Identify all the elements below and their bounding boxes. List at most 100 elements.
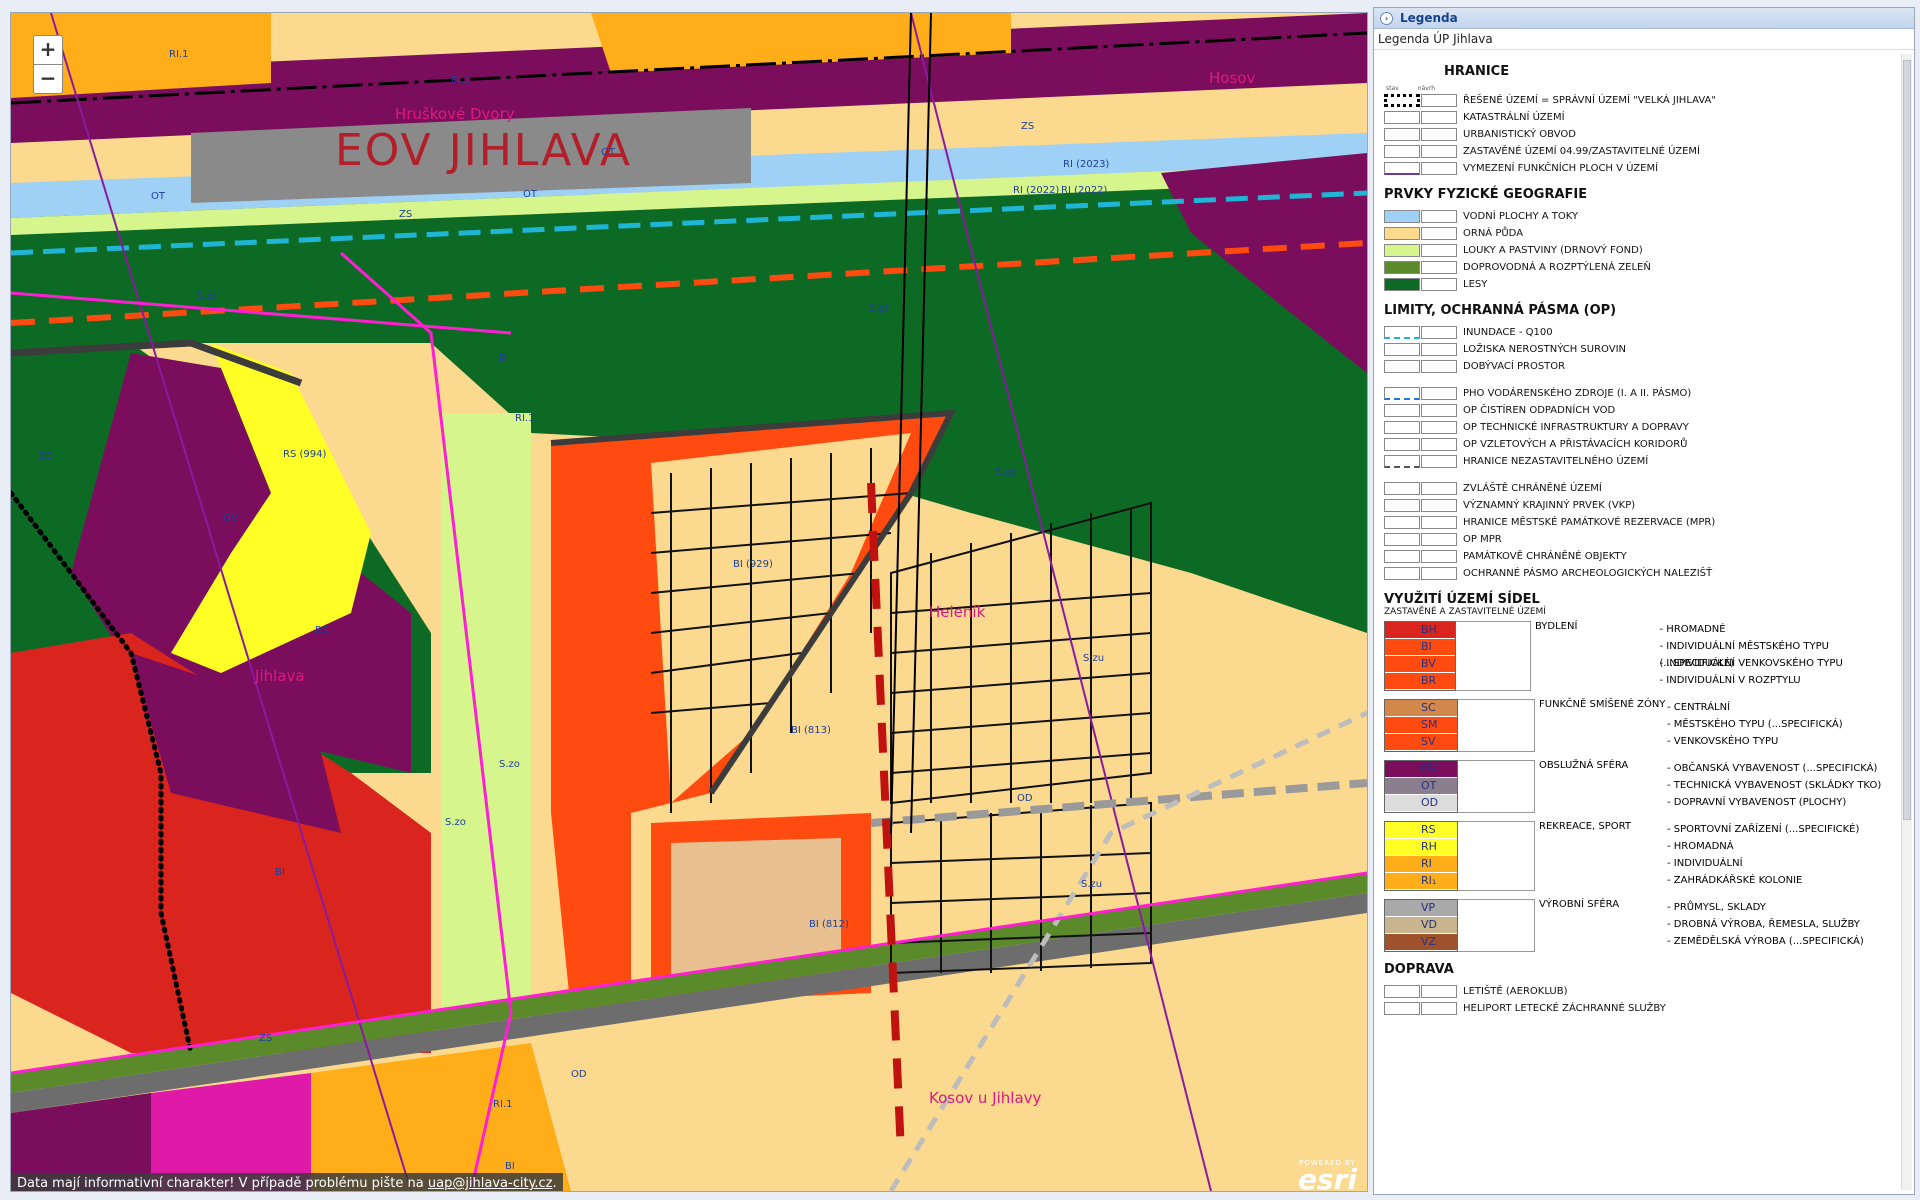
group-name: REKREACE, SPORT (1539, 821, 1631, 832)
legend-swatch (1384, 404, 1420, 417)
code-bh: BH (1385, 622, 1456, 639)
legend-swatch (1421, 516, 1457, 529)
legend-row: OCHRANNÉ PÁSMO ARCHEOLOGICKÝCH NALEZIŠŤ (1374, 565, 1900, 582)
zone-label: RI.1 (451, 75, 471, 86)
legend-swatch (1384, 145, 1420, 158)
legend-swatch (1421, 404, 1457, 417)
group-codes: BH BI BV BR (1384, 621, 1457, 691)
zone-label: S.zp (995, 467, 1017, 478)
scroll-thumb[interactable] (1903, 60, 1911, 820)
code-sc: SC (1385, 700, 1457, 717)
map-canvas[interactable] (11, 13, 1367, 1191)
code-rh: RH (1385, 839, 1457, 856)
airport-icon (1384, 985, 1420, 998)
code-vd: VD (1385, 917, 1457, 934)
col-headers: stav návrh (1386, 85, 1435, 92)
group-items: - PRŮMYSL, SKLADY - DROBNÁ VÝROBA, ŘEMES… (1667, 902, 1864, 947)
legend-group-obsluzna: OV OT OD OBSLUŽNÁ SFÉRA - OBČANSKÁ VYBAV… (1384, 760, 1900, 813)
code-vz: VZ (1385, 934, 1457, 951)
code-rs: RS (1385, 822, 1457, 839)
legend-row: VYMEZENÍ FUNKČNÍCH PLOCH V ÚZEMÍ (1374, 160, 1900, 177)
section-hranice: HRANICE (1444, 64, 1510, 79)
zone-label: RI.1 (169, 49, 189, 60)
zone-label: OT (151, 191, 165, 202)
code-br: BR (1385, 673, 1456, 690)
zone-label: S.zu (1081, 879, 1103, 890)
legend-swatch (1384, 438, 1420, 451)
zone-label: S.zo (499, 759, 520, 770)
legend-header[interactable]: › Legenda (1374, 8, 1914, 29)
esri-logo[interactable]: POWERED BY esri (1298, 1159, 1357, 1191)
legend-swatch (1421, 567, 1457, 580)
legend-swatch (1421, 162, 1457, 175)
zone-label: S.zu (1083, 653, 1105, 664)
legend-swatch (1421, 482, 1457, 495)
zone-label: BI (499, 353, 509, 364)
section-fyzicka-geografie: PRVKY FYZICKÉ GEOGRAFIE (1384, 187, 1588, 202)
place-label: Jihlava (255, 667, 305, 685)
code-vp: VP (1385, 900, 1457, 917)
legend-row: LETIŠTĚ (AEROKLUB) (1374, 983, 1900, 1000)
zone-label: RI (2022) (1013, 185, 1060, 196)
zone-label: OD (1017, 793, 1033, 804)
collapse-icon[interactable]: › (1380, 12, 1393, 25)
code-ov: OV (1385, 761, 1457, 778)
legend-swatch (1421, 145, 1457, 158)
legend-row: DOPROVODNÁ A ROZPTÝLENÁ ZELEŇ (1374, 259, 1900, 276)
zone-label: OT (601, 147, 615, 158)
disclaimer-bar: Data mají informativní charakter! V příp… (11, 1173, 563, 1191)
legend-swatch (1384, 343, 1420, 356)
group-items: - HROMADNÉ - INDIVIDUÁLNÍ MĚSTSKÉHO TYPU… (1659, 624, 1843, 686)
code-bv: BV (1385, 656, 1456, 673)
legend-swatch (1421, 985, 1457, 998)
zoom-out-button[interactable]: − (33, 64, 63, 94)
zone-label: ZS (39, 451, 53, 462)
group-codes: RS RH RI RI₁ (1384, 821, 1458, 891)
legend-scrollbar[interactable] (1901, 54, 1912, 1190)
legend-row: KATASTRÁLNÍ ÚZEMÍ (1374, 109, 1900, 126)
legend-body[interactable]: HRANICE stav návrh ŘEŠENÉ ÚZEMÍ = SPRÁVN… (1374, 54, 1900, 1194)
legend-swatch (1421, 455, 1457, 468)
zone-label: RI.1 (493, 1099, 513, 1110)
group-name: FUNKČNĚ SMÍŠENÉ ZÓNY (1539, 699, 1666, 710)
disclaimer-text: Data mají informativní charakter! V příp… (17, 1176, 428, 1191)
section-doprava: DOPRAVA (1384, 962, 1454, 977)
legend-swatch (1384, 455, 1420, 468)
heliport-icon (1384, 1002, 1420, 1015)
legend-row: LOUKY A PASTVINY (DRNOVÝ FOND) (1374, 242, 1900, 259)
legend-row: LOŽISKA NEROSTNÝCH SUROVIN (1374, 341, 1900, 358)
legend-swatch (1384, 278, 1420, 291)
legend-row: OP ČISTÍREN ODPADNÍCH VOD (1374, 402, 1900, 419)
legend-swatch (1384, 516, 1420, 529)
group-codes: VP VD VZ (1384, 899, 1458, 952)
legend-swatch (1421, 343, 1457, 356)
legend-swatch (1384, 567, 1420, 580)
zone-label: OD (571, 1069, 587, 1080)
zone-label: RS (994) (283, 449, 327, 460)
legend-row: LESY (1374, 276, 1900, 293)
legend-row: VODNÍ PLOCHY A TOKY (1374, 208, 1900, 225)
legend-panel: › Legenda Legenda ÚP Jihlava HRANICE sta… (1373, 7, 1915, 1195)
code-ri: RI (1385, 856, 1457, 873)
legend-row: HELIPORT LETECKÉ ZÁCHRANNÉ SLUŽBY (1374, 1000, 1900, 1017)
zone-label: OT (523, 189, 537, 200)
legend-swatch (1421, 533, 1457, 546)
legend-row: OP VZLETOVÝCH A PŘISTÁVACÍCH KORIDORŮ (1374, 436, 1900, 453)
map-view[interactable]: + − EOV JIHLAVA Hruškové Dvory Hosov Hel… (10, 12, 1368, 1192)
zone-label: S.zo (445, 817, 466, 828)
zone-label: BI (813) (791, 725, 831, 736)
legend-swatch (1384, 421, 1420, 434)
legend-swatch (1421, 210, 1457, 223)
zoom-in-button[interactable]: + (33, 35, 63, 65)
place-label: Heleník (929, 603, 986, 621)
zone-label: RI (2023) (1063, 159, 1110, 170)
zone-label: ZS (1021, 121, 1035, 132)
legend-swatch (1384, 499, 1420, 512)
legend-swatch (1421, 499, 1457, 512)
legend-swatch (1421, 326, 1457, 339)
legend-swatch (1384, 111, 1420, 124)
legend-swatch (1421, 360, 1457, 373)
zone-label: RS (315, 625, 329, 636)
contact-email-link[interactable]: uap@jihlava-city.cz (428, 1176, 553, 1191)
zone-label: ZS (399, 209, 413, 220)
